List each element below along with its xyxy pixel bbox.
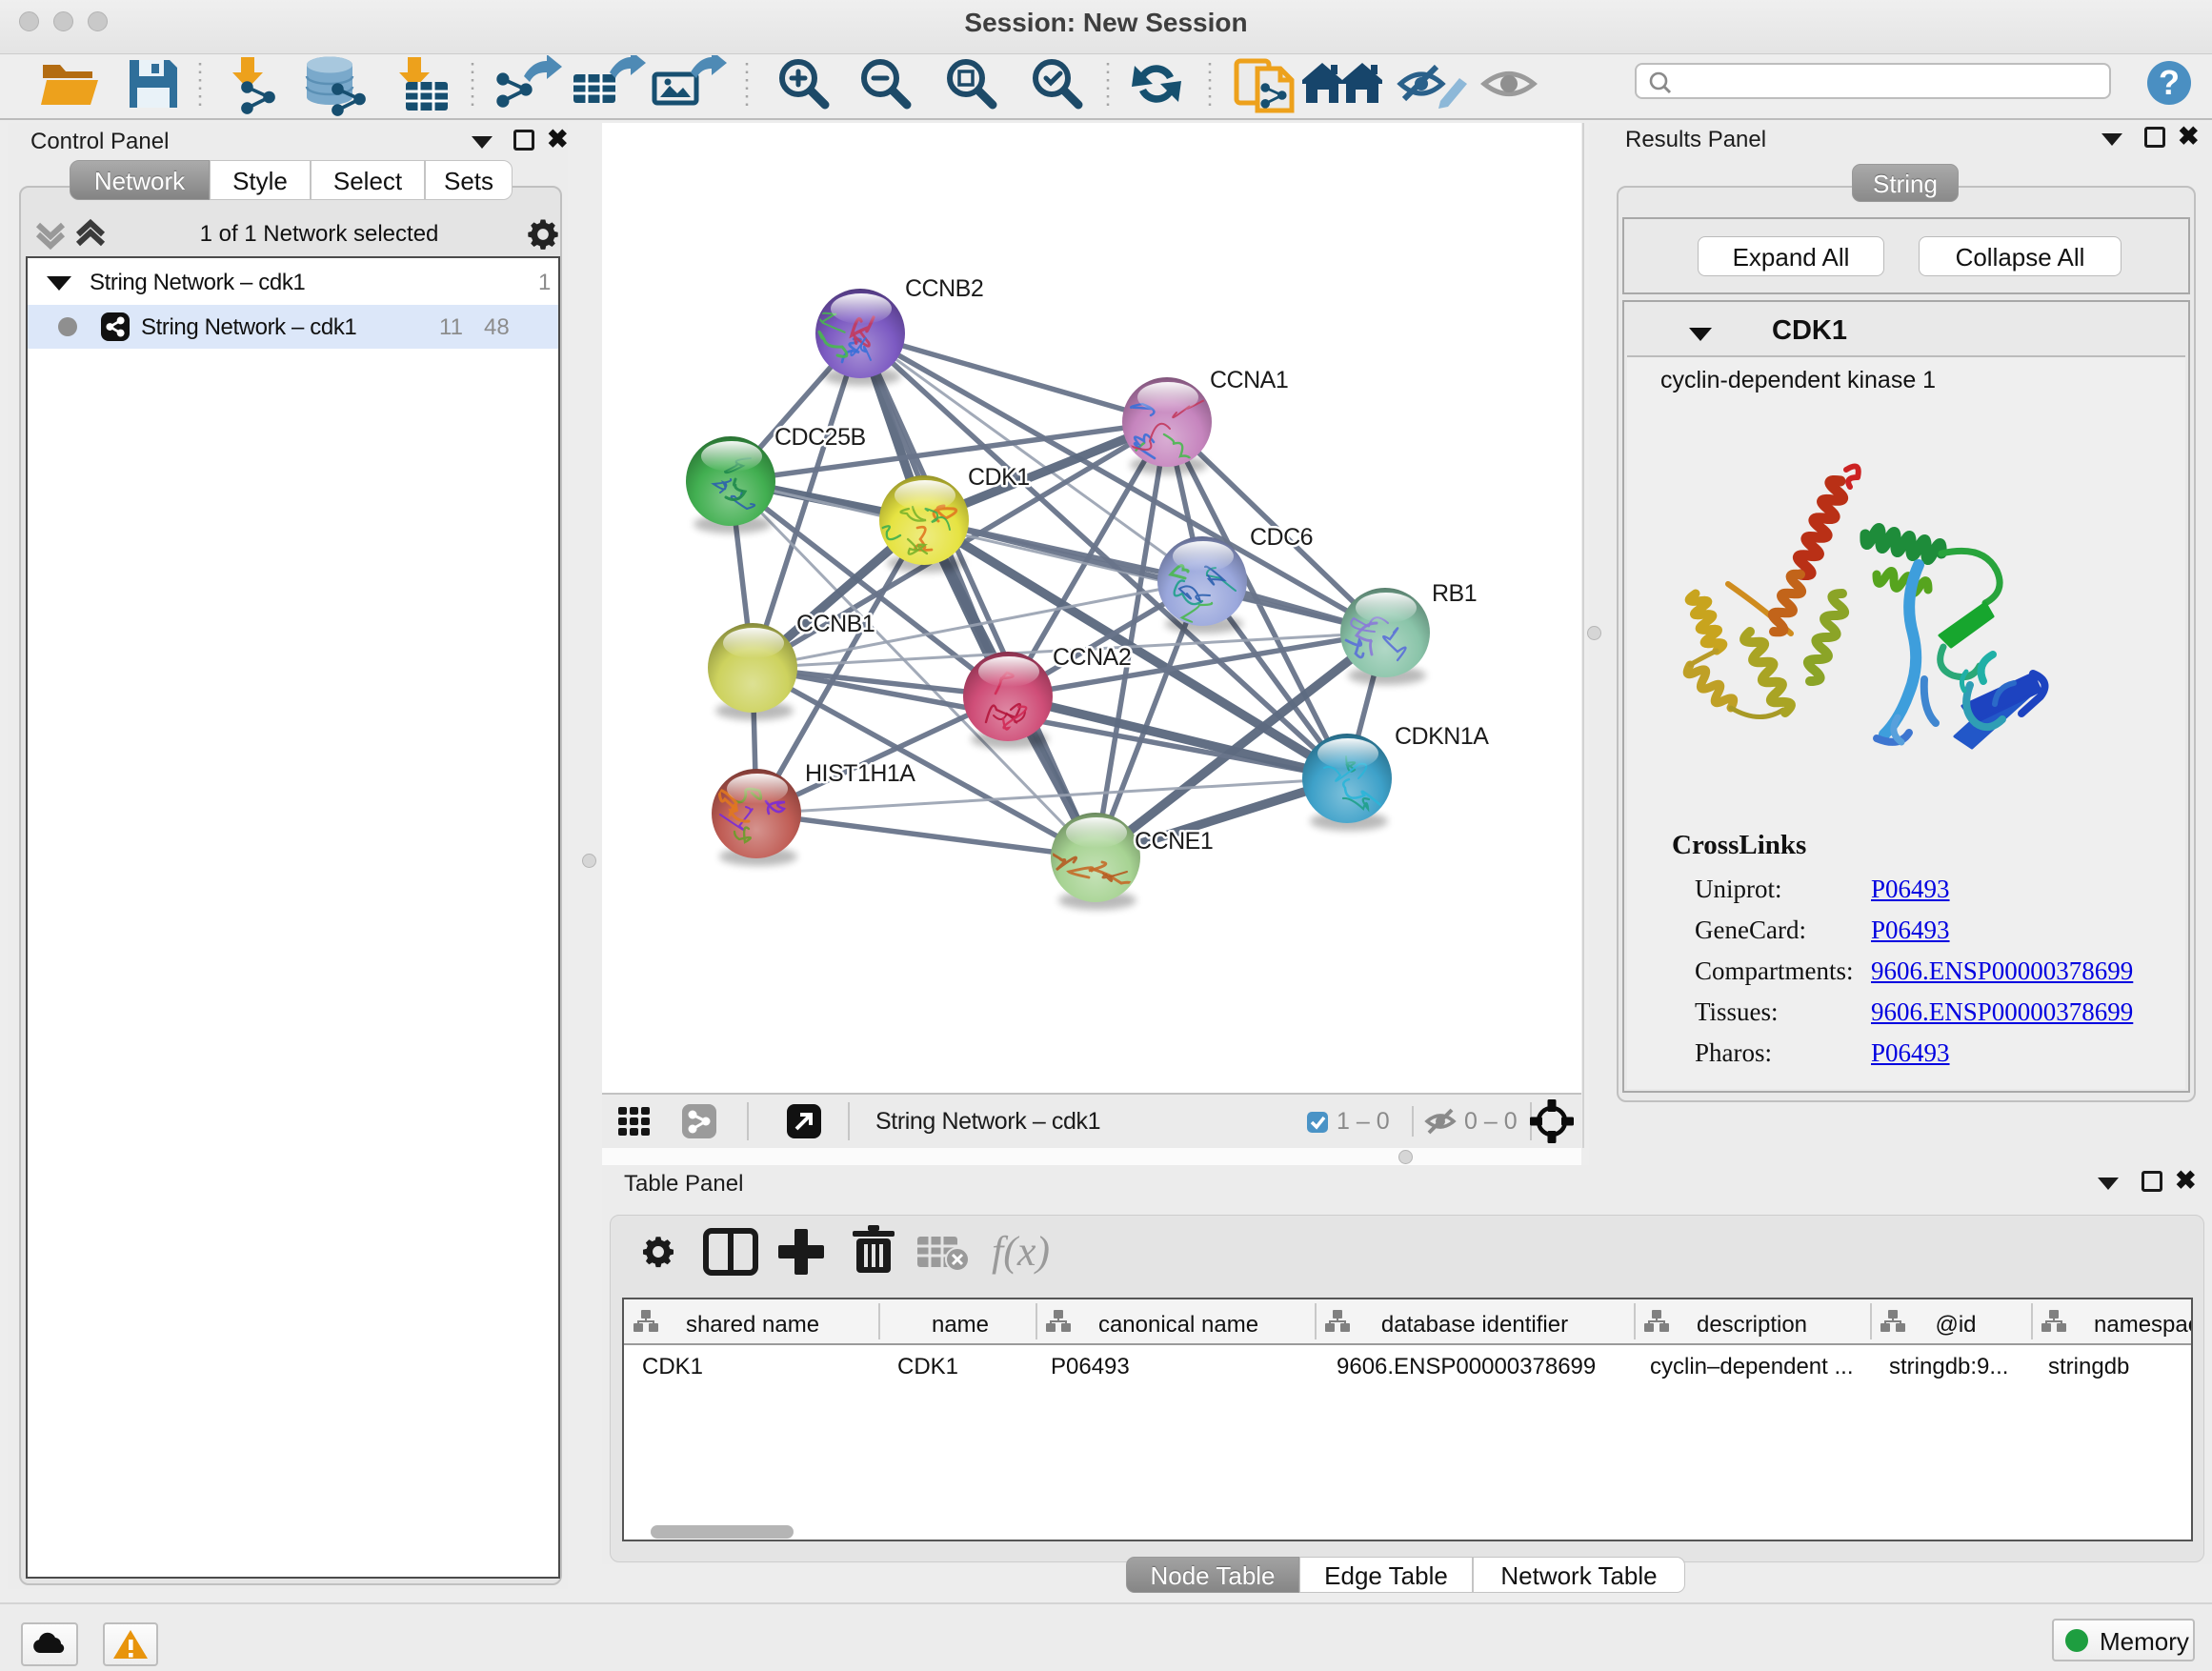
svg-text:description: description bbox=[1697, 1312, 1807, 1338]
svg-text:canonical name: canonical name bbox=[1098, 1312, 1258, 1338]
svg-text:@id: @id bbox=[1935, 1312, 1976, 1338]
svg-text:String Network – cdk1: String Network – cdk1 bbox=[875, 1108, 1100, 1135]
svg-text:database identifier: database identifier bbox=[1381, 1312, 1568, 1338]
svg-text:stringdb:9...: stringdb:9... bbox=[1889, 1354, 2008, 1379]
svg-text:9606.ENSP00000378699: 9606.ENSP00000378699 bbox=[1337, 1354, 1596, 1379]
svg-text:name: name bbox=[932, 1312, 989, 1338]
svg-text:namespace: namespace bbox=[2094, 1312, 2191, 1338]
svg-text:RB1: RB1 bbox=[1432, 580, 1477, 607]
svg-text:?: ? bbox=[2159, 63, 2180, 102]
svg-text:CCNA2: CCNA2 bbox=[1053, 644, 1131, 671]
svg-text:stringdb: stringdb bbox=[2048, 1354, 2129, 1379]
svg-text:CDKN1A: CDKN1A bbox=[1395, 723, 1489, 750]
svg-text:CDK1: CDK1 bbox=[642, 1354, 703, 1379]
svg-text:P06493: P06493 bbox=[1051, 1354, 1130, 1379]
svg-text:CCNB1: CCNB1 bbox=[796, 611, 875, 637]
svg-text:CDC6: CDC6 bbox=[1250, 524, 1313, 551]
svg-text:shared name: shared name bbox=[686, 1312, 819, 1338]
svg-text:0 – 0: 0 – 0 bbox=[1464, 1108, 1518, 1135]
svg-text:CCNB2: CCNB2 bbox=[905, 275, 983, 302]
svg-text:CDC25B: CDC25B bbox=[774, 424, 866, 451]
svg-text:CDK1: CDK1 bbox=[897, 1354, 958, 1379]
svg-text:f(x): f(x) bbox=[992, 1228, 1050, 1275]
svg-text:CCNE1: CCNE1 bbox=[1135, 828, 1213, 855]
svg-text:CCNA1: CCNA1 bbox=[1210, 367, 1288, 393]
svg-text:CDK1: CDK1 bbox=[968, 464, 1030, 491]
svg-text:cyclin–dependent ...: cyclin–dependent ... bbox=[1650, 1354, 1853, 1379]
svg-text:1 – 0: 1 – 0 bbox=[1337, 1108, 1390, 1135]
svg-text:HIST1H1A: HIST1H1A bbox=[805, 760, 915, 787]
